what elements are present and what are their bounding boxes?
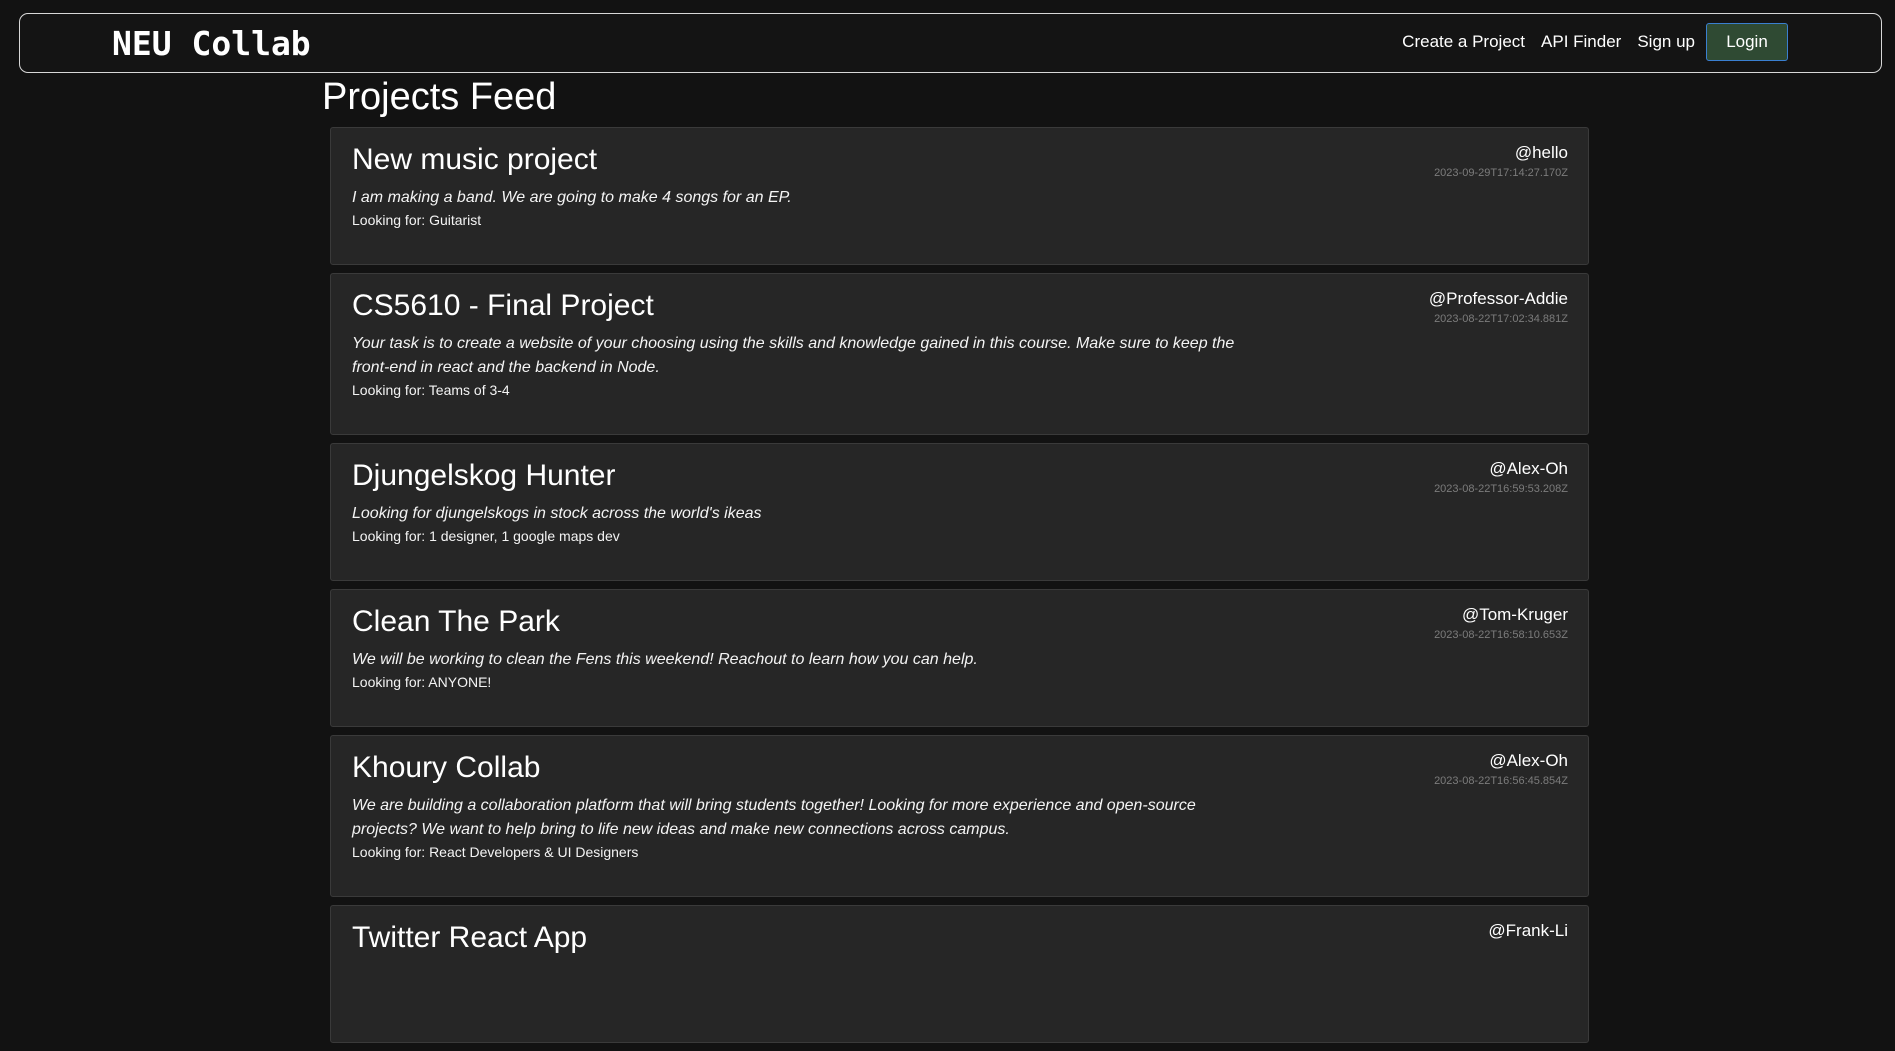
project-card[interactable]: CS5610 - Final Project Your task is to c… <box>330 273 1589 435</box>
looking-for-value: Teams of 3-4 <box>428 382 510 398</box>
looking-for-label: Looking for: <box>352 212 430 228</box>
brand-logo[interactable]: NEU Collab <box>112 24 311 63</box>
project-looking-for: Looking for: React Developers & UI Desig… <box>352 842 1568 862</box>
project-looking-for: Looking for: 1 designer, 1 google maps d… <box>352 526 1568 546</box>
project-card[interactable]: Khoury Collab We are building a collabor… <box>330 735 1589 897</box>
project-description: I am making a band. We are going to make… <box>352 189 792 206</box>
project-looking-for: Looking for: Teams of 3-4 <box>352 380 1568 400</box>
looking-for-label: Looking for: <box>352 382 429 398</box>
project-author[interactable]: @Alex-Oh <box>1434 459 1568 479</box>
project-meta: @Tom-Kruger 2023-08-22T16:58:10.653Z <box>1434 605 1568 643</box>
project-date: 2023-08-22T16:56:45.854Z <box>1434 775 1568 787</box>
page-title: Projects Feed <box>322 76 557 118</box>
project-description: Looking for djungelskogs in stock across… <box>352 505 762 522</box>
project-card[interactable]: Clean The Park We will be working to cle… <box>330 589 1589 727</box>
looking-for-value: Guitarist <box>429 212 482 228</box>
project-title[interactable]: Khoury Collab <box>352 750 1568 786</box>
project-author[interactable]: @Frank-Li <box>1488 921 1568 941</box>
nav-link-sign-up[interactable]: Sign up <box>1637 32 1695 52</box>
nav-links: Create a Project API Finder Sign up Logi… <box>1386 23 1788 61</box>
project-meta: @Professor-Addie 2023-08-22T17:02:34.881… <box>1429 289 1568 327</box>
looking-for-label: Looking for: <box>352 528 430 544</box>
project-title[interactable]: Clean The Park <box>352 604 1568 640</box>
project-looking-for: Looking for: ANYONE! <box>352 672 1568 692</box>
login-button[interactable]: Login <box>1706 23 1788 61</box>
nav-link-create-project[interactable]: Create a Project <box>1402 32 1525 52</box>
project-meta: @Alex-Oh 2023-08-22T16:56:45.854Z <box>1434 751 1568 789</box>
looking-for-value: React Developers & UI Designers <box>429 844 639 860</box>
project-title[interactable]: CS5610 - Final Project <box>352 288 1568 324</box>
nav-link-api-finder[interactable]: API Finder <box>1541 32 1621 52</box>
looking-for-value: 1 designer, 1 google maps dev <box>429 528 620 544</box>
looking-for-value: ANYONE! <box>428 674 492 690</box>
project-title[interactable]: Djungelskog Hunter <box>352 458 1568 494</box>
project-card[interactable]: New music project I am making a band. We… <box>330 127 1589 265</box>
projects-feed: New music project I am making a band. We… <box>330 127 1589 1051</box>
looking-for-label: Looking for: <box>352 674 429 690</box>
project-looking-for: Looking for: Guitarist <box>352 210 1568 230</box>
project-title[interactable]: New music project <box>352 142 1568 178</box>
top-navbar: NEU Collab Create a Project API Finder S… <box>19 13 1882 73</box>
project-meta: @hello 2023-09-29T17:14:27.170Z <box>1434 143 1568 181</box>
project-date: 2023-09-29T17:14:27.170Z <box>1434 167 1568 179</box>
looking-for-label: Looking for: <box>352 844 430 860</box>
project-author[interactable]: @hello <box>1434 143 1568 163</box>
project-date: 2023-08-22T16:59:53.208Z <box>1434 483 1568 495</box>
project-description: Your task is to create a website of your… <box>352 335 1235 376</box>
project-card[interactable]: Djungelskog Hunter Looking for djungelsk… <box>330 443 1589 581</box>
project-title[interactable]: Twitter React App <box>352 920 1568 956</box>
project-meta: @Alex-Oh 2023-08-22T16:59:53.208Z <box>1434 459 1568 497</box>
project-description: We are building a collaboration platform… <box>352 797 1196 838</box>
project-description: We will be working to clean the Fens thi… <box>352 651 978 668</box>
project-author[interactable]: @Tom-Kruger <box>1434 605 1568 625</box>
project-date: 2023-08-22T17:02:34.881Z <box>1434 313 1568 325</box>
project-author[interactable]: @Professor-Addie <box>1429 289 1568 309</box>
project-meta: @Frank-Li <box>1488 921 1568 941</box>
project-date: 2023-08-22T16:58:10.653Z <box>1434 629 1568 641</box>
project-author[interactable]: @Alex-Oh <box>1434 751 1568 771</box>
